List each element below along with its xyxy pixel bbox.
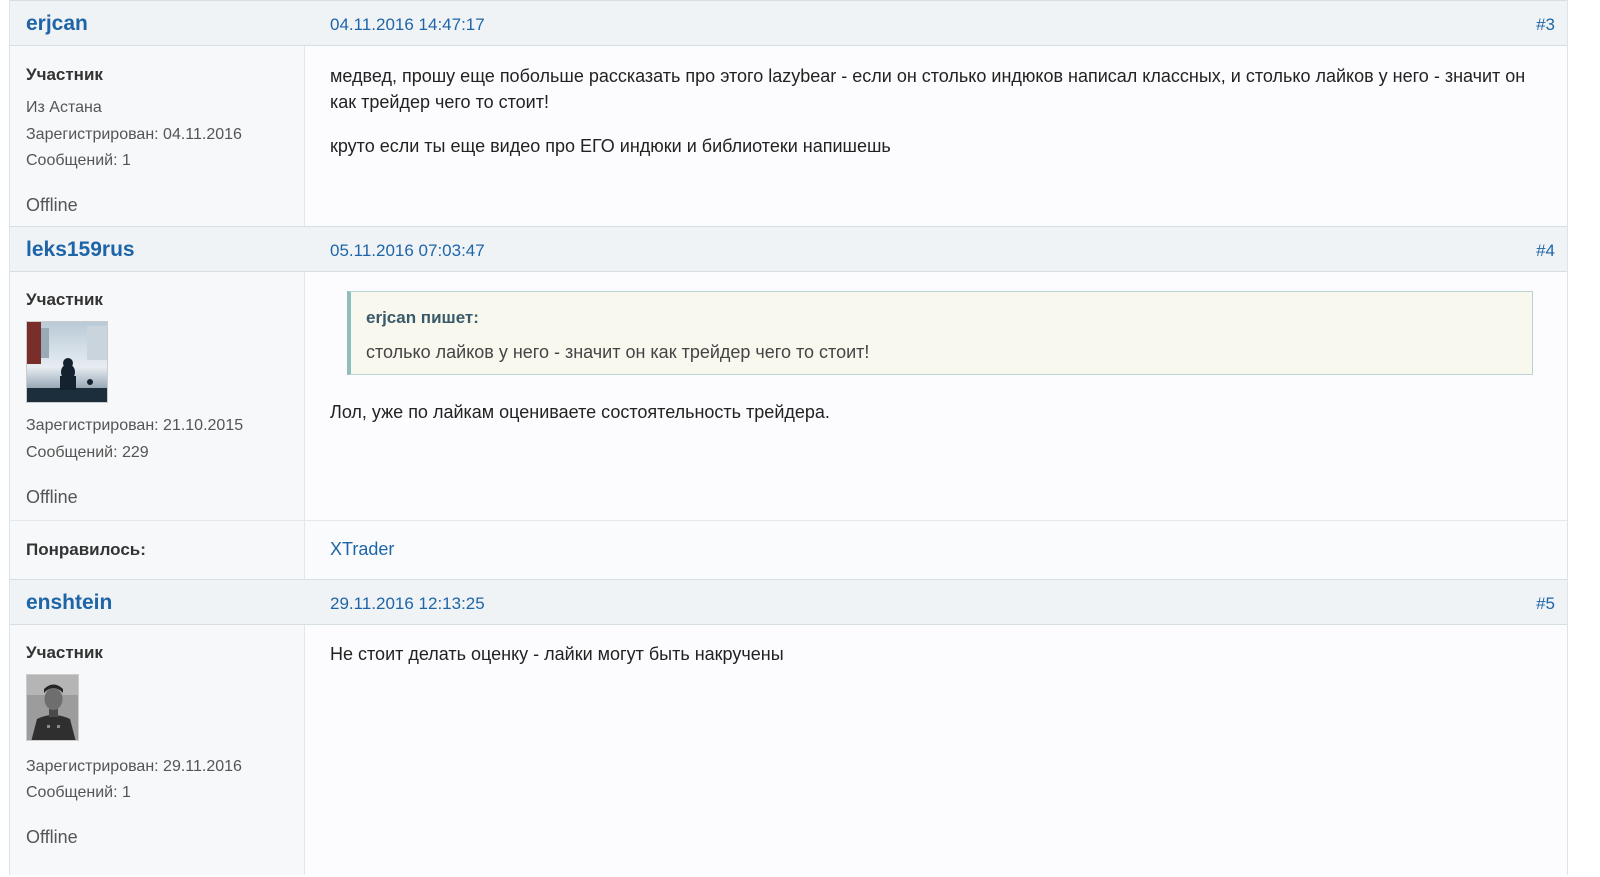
author-name-link[interactable]: enshtein (26, 591, 112, 615)
liked-by-user-link[interactable]: XTrader (330, 539, 394, 560)
likes-row: Понравилось: XTrader (10, 520, 1567, 579)
quote-text: столько лайков у него - значит он как тр… (366, 342, 870, 362)
post-content: Не стоит делать оценку - лайки могут быт… (305, 625, 1567, 875)
author-registered: Зарегистрирован: 21.10.2015 (26, 417, 244, 434)
post-body: Участник Зарегистрирован: 29.11.2016 Соо (10, 625, 1567, 875)
author-message-count: Сообщений: 1 (26, 784, 131, 801)
post-content: медвед, прошу еще побольше рассказать пр… (305, 46, 1567, 226)
forum-post: enshtein 29.11.2016 12:13:25 #5 Участник (10, 579, 1567, 875)
likes-label-cell: Понравилось: (10, 521, 305, 579)
author-rank: Участник (26, 290, 103, 309)
post-number-link[interactable]: #3 (1536, 15, 1555, 35)
post-text: медвед, прошу еще побольше рассказать пр… (330, 66, 1526, 112)
post-text: круто если ты еще видео про ЕГО индюки и… (330, 136, 891, 156)
likes-label: Понравилось: (26, 540, 146, 559)
author-location: Из Астана (26, 99, 102, 116)
post-header: leks159rus 05.11.2016 07:03:47 #4 (10, 226, 1567, 272)
author-info: Участник Зарегистрирован: 21.10.2015 Соо… (10, 272, 305, 520)
quote-block: erjcan пишет: столько лайков у него - зн… (347, 291, 1533, 375)
author-message-count: Сообщений: 1 (26, 152, 131, 169)
author-info: Участник Зарегистрирован: 29.11.2016 Соо (10, 625, 305, 875)
author-status: Offline (26, 195, 78, 215)
author-status: Offline (26, 487, 78, 507)
avatar-image (27, 322, 107, 402)
author-status: Offline (26, 827, 78, 847)
post-text: Не стоит делать оценку - лайки могут быт… (330, 644, 784, 664)
likes-users: XTrader (305, 521, 1567, 579)
avatar-image (27, 675, 78, 740)
author-name-link[interactable]: leks159rus (26, 238, 135, 262)
author-rank: Участник (26, 643, 103, 662)
post-header: enshtein 29.11.2016 12:13:25 #5 (10, 579, 1567, 625)
post-body: Участник Из Астана Зарегистрирован: 04.1… (10, 46, 1567, 226)
post-date-link[interactable]: 29.11.2016 12:13:25 (330, 594, 485, 614)
author-message-count: Сообщений: 229 (26, 444, 149, 461)
post-text: Лол, уже по лайкам оцениваете состоятель… (330, 402, 830, 422)
post-date-link[interactable]: 04.11.2016 14:47:17 (330, 15, 485, 35)
quote-author: erjcan пишет: (366, 308, 479, 327)
author-registered: Зарегистрирован: 29.11.2016 (26, 758, 242, 775)
author-info: Участник Из Астана Зарегистрирован: 04.1… (10, 46, 305, 226)
post-header: erjcan 04.11.2016 14:47:17 #3 (10, 0, 1567, 46)
forum-post: leks159rus 05.11.2016 07:03:47 #4 Участн… (10, 226, 1567, 579)
forum-post: erjcan 04.11.2016 14:47:17 #3 Участник И… (10, 0, 1567, 226)
author-name-link[interactable]: erjcan (26, 12, 88, 36)
avatar[interactable] (26, 674, 79, 741)
post-body: Участник Зарегистрирован: 21.10.2015 Соо… (10, 272, 1567, 520)
post-number-link[interactable]: #5 (1536, 594, 1555, 614)
author-rank: Участник (26, 65, 103, 84)
avatar[interactable] (26, 321, 108, 403)
post-number-link[interactable]: #4 (1536, 241, 1555, 261)
post-content: erjcan пишет: столько лайков у него - зн… (305, 272, 1567, 520)
forum-thread: erjcan 04.11.2016 14:47:17 #3 Участник И… (9, 0, 1568, 875)
post-date-link[interactable]: 05.11.2016 07:03:47 (330, 241, 485, 261)
author-registered: Зарегистрирован: 04.11.2016 (26, 126, 242, 143)
